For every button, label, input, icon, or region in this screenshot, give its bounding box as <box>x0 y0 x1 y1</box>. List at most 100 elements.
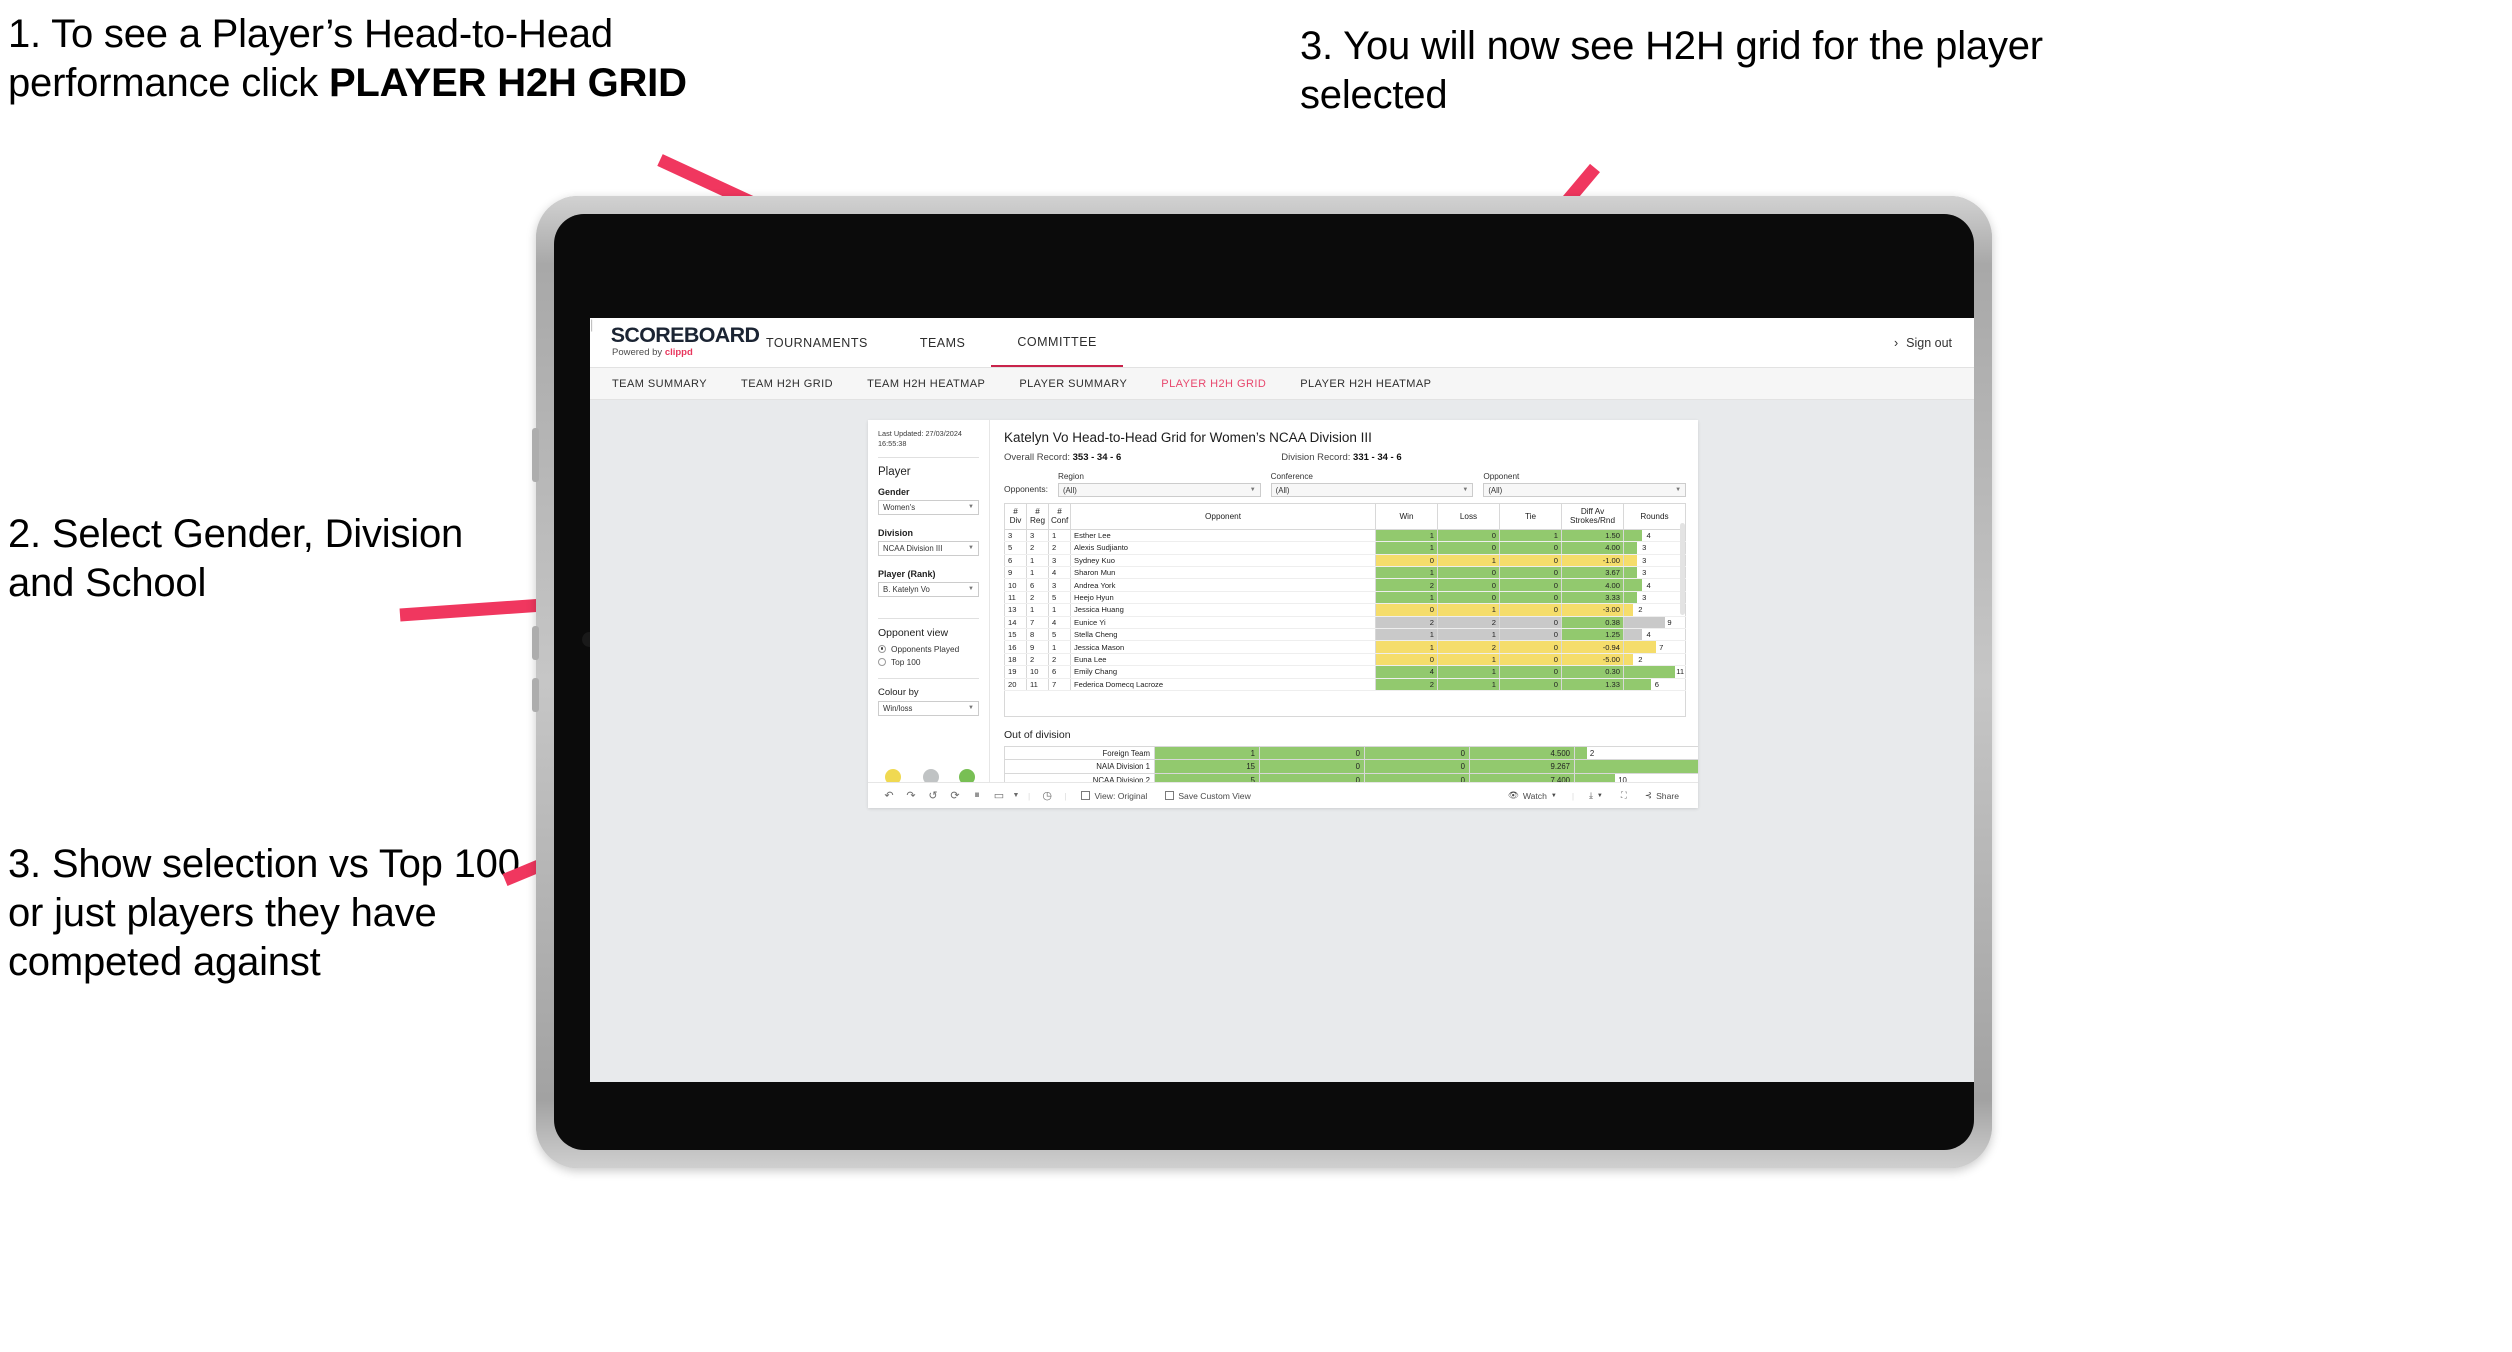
table-row[interactable]: 16 9 1 Jessica Mason 1 2 0 -0.94 7 <box>1004 640 1686 654</box>
opponent-filter-region-select[interactable]: (All) ▼ <box>1057 483 1261 497</box>
out-of-division-row[interactable]: NAIA Division 115009.26730 <box>1004 759 1698 774</box>
table-row[interactable]: 13 1 1 Jessica Huang 0 1 0 -3.00 2 <box>1004 603 1686 617</box>
revert-icon[interactable]: ↺ <box>922 789 944 802</box>
subnav-item-team-h2h-grid[interactable]: TEAM H2H GRID <box>741 378 833 390</box>
brand-logo-text: SCOREBOARD <box>610 324 760 347</box>
opponent-filter-conference-select[interactable]: (All) ▼ <box>1270 483 1474 497</box>
subnav-item-team-h2h-heatmap[interactable]: TEAM H2H HEATMAP <box>867 378 985 390</box>
ood-loss: 0 <box>1259 745 1365 761</box>
cell-rounds: 4 <box>1623 578 1686 592</box>
out-of-division-title: Out of division <box>1004 728 1071 741</box>
cell-rounds: 9 <box>1623 616 1686 629</box>
cell-reg: 1 <box>1026 566 1049 580</box>
grid-scrollbar[interactable] <box>1680 523 1685 615</box>
cell-div: 15 <box>1004 628 1027 642</box>
table-row[interactable]: 20 11 7 Federica Domecq Lacroze 2 1 0 1.33 6 <box>1004 678 1686 691</box>
refresh-icon[interactable]: ⟳ <box>944 789 966 802</box>
download-button[interactable]: ⤓ ▼ <box>1580 790 1612 801</box>
cell-loss: 0 <box>1437 591 1500 605</box>
brand-tagline: Powered by clippd <box>612 347 740 358</box>
cell-opponent: Sharon Mun <box>1070 566 1376 580</box>
ood-win: 15 <box>1154 759 1260 774</box>
colour-legend: Down Level Up <box>878 768 979 782</box>
subnav-item-player-summary[interactable]: PLAYER SUMMARY <box>1019 378 1127 390</box>
out-of-division-row[interactable]: Foreign Team 1 0 0 4.500 2 <box>1004 745 1698 761</box>
cell-win: 0 <box>1375 603 1438 617</box>
filter-player-rank-select[interactable]: B. Katelyn Vo ▼ <box>878 581 979 597</box>
cell-loss: 0 <box>1437 566 1500 580</box>
out-of-division-row[interactable]: NCAA Division 2 5 0 0 7.400 10 <box>1004 772 1698 782</box>
cell-loss: 1 <box>1437 628 1500 642</box>
device-button-power[interactable] <box>532 428 539 482</box>
cell-opponent: Sydney Kuo <box>1070 554 1376 568</box>
table-row[interactable]: 14 7 4 Eunice Yi 2 2 0 0.38 9 <box>1004 616 1686 629</box>
brand-logo[interactable]: SCOREBOARD Powered by clippd <box>590 318 760 367</box>
rounds-bar <box>1624 591 1638 604</box>
table-header-row: # Div # Reg # Conf Opponent Win Loss Tie Di… <box>1004 503 1686 530</box>
subnav-item-player-h2h-grid[interactable]: PLAYER H2H GRID <box>1161 378 1266 390</box>
cell-conf: 5 <box>1048 591 1071 605</box>
undo-icon[interactable]: ↶ <box>878 789 900 802</box>
cell-conf: 4 <box>1048 566 1071 580</box>
account-chevron-icon[interactable]: › <box>1894 336 1898 350</box>
ood-label: NAIA Division 1 <box>1004 759 1155 774</box>
rounds-bar <box>1624 641 1657 653</box>
help-icon[interactable]: ◷ <box>1036 789 1058 802</box>
filter-gender-select[interactable]: Women's ▼ <box>878 499 979 515</box>
tab-committee[interactable]: COMMITTEE <box>991 318 1123 367</box>
subnav-item-player-h2h-heatmap[interactable]: PLAYER H2H HEATMAP <box>1300 378 1431 390</box>
pause-icon[interactable]: ⏸ <box>966 789 988 802</box>
col-conf-l1: # <box>1057 507 1062 516</box>
sign-out-link[interactable]: Sign out <box>1906 336 1952 350</box>
table-row[interactable]: 15 8 5 Stella Cheng 1 1 0 1.25 4 <box>1004 628 1686 642</box>
cell-tie: 0 <box>1499 665 1562 679</box>
radio-opponents-played[interactable]: Opponents Played <box>878 644 979 654</box>
out-of-division-table: Foreign Team 1 0 0 4.500 2 NAIA Division 1 15 0 0… <box>1004 745 1698 782</box>
cell-opponent: Andrea York <box>1070 578 1376 592</box>
table-row[interactable]: 9 1 4 Sharon Mun 1 0 0 3.67 3 <box>1004 566 1686 580</box>
ood-rounds-bar <box>1575 746 1587 760</box>
view-original-button[interactable]: View: Original <box>1072 791 1156 801</box>
col-opponent: Opponent <box>1070 503 1376 530</box>
col-reg-l2: Reg <box>1029 516 1046 526</box>
radio-top-100[interactable]: Top 100 <box>878 657 979 667</box>
rounds-bar <box>1624 628 1643 641</box>
device-button-volume-down[interactable] <box>532 678 539 712</box>
legend-dot-down <box>884 768 901 782</box>
fullscreen-button[interactable]: ⛶ <box>1612 790 1636 801</box>
rounds-value: 3 <box>1642 543 1647 553</box>
tab-teams[interactable]: TEAMS <box>894 318 992 367</box>
filter-colour-by-select[interactable]: Win/loss ▼ <box>878 700 979 716</box>
record-summary: Overall Record: 353 - 34 - 6 Division Re… <box>1004 452 1686 463</box>
table-row[interactable]: 10 6 3 Andrea York 2 0 0 4.00 4 <box>1004 578 1686 592</box>
filter-gender-label: Gender <box>878 486 910 497</box>
view-mode-icon[interactable]: ▭ <box>988 789 1010 802</box>
chevron-down-icon[interactable]: ▼ <box>1010 792 1022 799</box>
radio-selected-icon <box>878 644 886 653</box>
division-record: Division Record: 331 - 34 - 6 <box>1281 452 1401 463</box>
table-row[interactable]: 3 3 1 Esther Lee 1 0 1 1.50 4 <box>1004 529 1686 543</box>
opponent-filter-opponent-select[interactable]: (All) ▼ <box>1483 483 1687 497</box>
filter-division-select[interactable]: NCAA Division III ▼ <box>878 540 979 556</box>
device-button-volume-up[interactable] <box>532 626 539 660</box>
watch-button[interactable]: 👁 Watch ▼ <box>1499 790 1566 801</box>
ood-diff: 4.500 <box>1469 745 1575 761</box>
subnav-item-team-summary[interactable]: TEAM SUMMARY <box>612 378 707 390</box>
redo-icon[interactable]: ↷ <box>900 789 922 802</box>
chevron-down-icon: ▼ <box>1249 487 1256 493</box>
table-row[interactable]: 18 2 2 Euna Lee 0 1 0 -5.00 2 <box>1004 653 1686 667</box>
h2h-grid-body: 3 3 1 Esther Lee 1 0 1 1.50 4 5 2 2 Alexis Sudjianto… <box>1004 529 1686 717</box>
tab-tournaments[interactable]: TOURNAMENTS <box>740 318 894 367</box>
cell-rounds: 2 <box>1623 653 1686 667</box>
share-label: Share <box>1656 790 1679 801</box>
table-row[interactable]: 5 2 2 Alexis Sudjianto 1 0 0 4.00 3 <box>1004 541 1686 555</box>
save-custom-view-button[interactable]: Save Custom View <box>1156 791 1259 801</box>
table-row[interactable]: 19 10 6 Emily Chang 4 1 0 0.30 11 <box>1004 665 1686 679</box>
legend-item-level: Level <box>921 768 941 782</box>
view-icon <box>1081 791 1091 800</box>
cell-div: 16 <box>1004 640 1027 654</box>
annotation-step-4: 3. You will now see H2H grid for the pla… <box>1300 24 2043 117</box>
table-row[interactable]: 11 2 5 Heejo Hyun 1 0 0 3.33 3 <box>1004 591 1686 605</box>
table-row[interactable]: 6 1 3 Sydney Kuo 0 1 0 -1.00 3 <box>1004 554 1686 568</box>
share-button[interactable]: ⊰ Share <box>1636 790 1688 801</box>
